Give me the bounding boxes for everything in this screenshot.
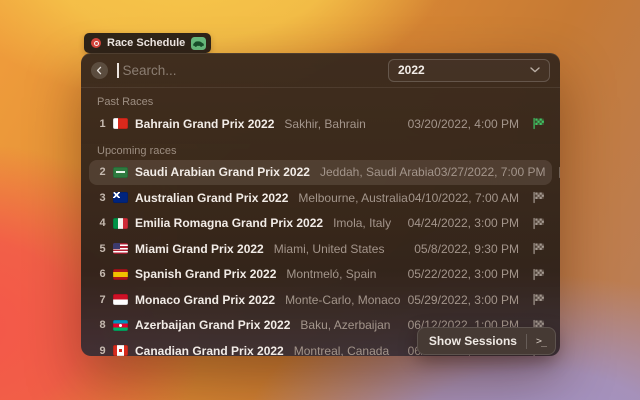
race-location: Imola, Italy <box>333 216 391 230</box>
race-row[interactable]: 3 Australian Grand Prix 2022 Melbourne, … <box>89 185 552 211</box>
text-cursor <box>117 63 119 78</box>
checkered-flag-icon <box>532 293 545 306</box>
section-header: Past Races <box>97 88 544 111</box>
country-flag-icon-italy <box>113 218 128 229</box>
country-flag-icon-australia <box>113 192 128 203</box>
row-index: 4 <box>97 217 108 229</box>
race-title: Miami Grand Prix 2022 <box>135 242 264 256</box>
country-flag-icon-monaco <box>113 294 128 305</box>
window-tag-title: Race Schedule <box>107 37 185 49</box>
race-title: Emilia Romagna Grand Prix 2022 <box>135 216 323 230</box>
country-flag-icon-saudi-arabia <box>113 167 128 178</box>
race-datetime: 03/20/2022, 4:00 PM <box>408 117 519 131</box>
race-list: Past Races 1 Bahrain Grand Prix 2022 Sak… <box>81 88 560 356</box>
checkered-flag-icon <box>532 268 545 281</box>
race-location: Montreal, Canada <box>294 344 389 356</box>
row-index: 8 <box>97 319 108 331</box>
row-index: 7 <box>97 294 108 306</box>
section-header: Upcoming races <box>97 137 544 160</box>
race-location: Baku, Azerbaijan <box>300 318 390 332</box>
checkered-flag-icon <box>532 242 545 255</box>
country-flag-icon-azerbaijan <box>113 320 128 331</box>
row-index: 1 <box>97 118 108 130</box>
back-button[interactable] <box>91 62 108 79</box>
race-datetime: 04/10/2022, 7:00 AM <box>408 191 519 205</box>
race-location: Montmeló, Spain <box>286 267 376 281</box>
race-location: Monte-Carlo, Monaco <box>285 293 400 307</box>
race-row[interactable]: 4 Emilia Romagna Grand Prix 2022 Imola, … <box>89 211 552 237</box>
window-tag: Race Schedule <box>84 33 211 53</box>
desktop-background: Race Schedule 2022 Past Races <box>0 0 640 400</box>
race-location: Jeddah, Saudi Arabia <box>320 165 434 179</box>
search-bar: 2022 <box>81 53 560 88</box>
record-icon <box>91 38 101 48</box>
race-datetime: 05/22/2022, 3:00 PM <box>408 267 519 281</box>
race-location: Melbourne, Australia <box>298 191 407 205</box>
show-sessions-label: Show Sessions <box>429 334 517 348</box>
race-row[interactable]: 1 Bahrain Grand Prix 2022 Sakhir, Bahrai… <box>89 111 552 137</box>
season-dropdown[interactable]: 2022 <box>388 59 550 82</box>
race-title: Bahrain Grand Prix 2022 <box>135 117 274 131</box>
row-index: 5 <box>97 243 108 255</box>
hint-divider <box>526 334 527 349</box>
race-title: Monaco Grand Prix 2022 <box>135 293 275 307</box>
race-title: Saudi Arabian Grand Prix 2022 <box>135 165 310 179</box>
checkered-flag-icon <box>532 117 545 130</box>
race-schedule-window: 2022 Past Races 1 Bahrain Grand Prix 202… <box>81 53 560 356</box>
race-datetime: 03/27/2022, 7:00 PM <box>434 165 545 179</box>
enter-key-icon: >_ <box>536 336 546 347</box>
country-flag-icon-usa <box>113 243 128 254</box>
checkered-flag-icon <box>558 166 560 179</box>
race-datetime: 04/24/2022, 3:00 PM <box>408 216 519 230</box>
car-icon <box>191 37 206 50</box>
race-title: Spanish Grand Prix 2022 <box>135 267 276 281</box>
search-input[interactable] <box>121 62 389 79</box>
race-row[interactable]: 5 Miami Grand Prix 2022 Miami, United St… <box>89 236 552 262</box>
row-index: 2 <box>97 166 108 178</box>
checkered-flag-icon <box>532 217 545 230</box>
race-datetime: 05/8/2022, 9:30 PM <box>414 242 519 256</box>
race-title: Canadian Grand Prix 2022 <box>135 344 284 356</box>
race-location: Miami, United States <box>274 242 385 256</box>
show-sessions-action[interactable]: Show Sessions >_ <box>417 327 556 355</box>
checkered-flag-icon <box>532 191 545 204</box>
row-index: 9 <box>97 345 108 356</box>
country-flag-icon-canada <box>113 345 128 356</box>
race-location: Sakhir, Bahrain <box>284 117 365 131</box>
race-row[interactable]: 7 Monaco Grand Prix 2022 Monte-Carlo, Mo… <box>89 287 552 313</box>
race-title: Australian Grand Prix 2022 <box>135 191 288 205</box>
country-flag-icon-bahrain <box>113 118 128 129</box>
row-index: 6 <box>97 268 108 280</box>
row-index: 3 <box>97 192 108 204</box>
country-flag-icon-spain <box>113 269 128 280</box>
race-row[interactable]: 6 Spanish Grand Prix 2022 Montmeló, Spai… <box>89 262 552 288</box>
race-title: Azerbaijan Grand Prix 2022 <box>135 318 290 332</box>
race-row[interactable]: 2 Saudi Arabian Grand Prix 2022 Jeddah, … <box>89 160 552 186</box>
chevron-down-icon <box>530 67 540 73</box>
race-datetime: 05/29/2022, 3:00 PM <box>408 293 519 307</box>
chevron-left-icon <box>95 66 104 75</box>
season-dropdown-value: 2022 <box>398 63 425 77</box>
